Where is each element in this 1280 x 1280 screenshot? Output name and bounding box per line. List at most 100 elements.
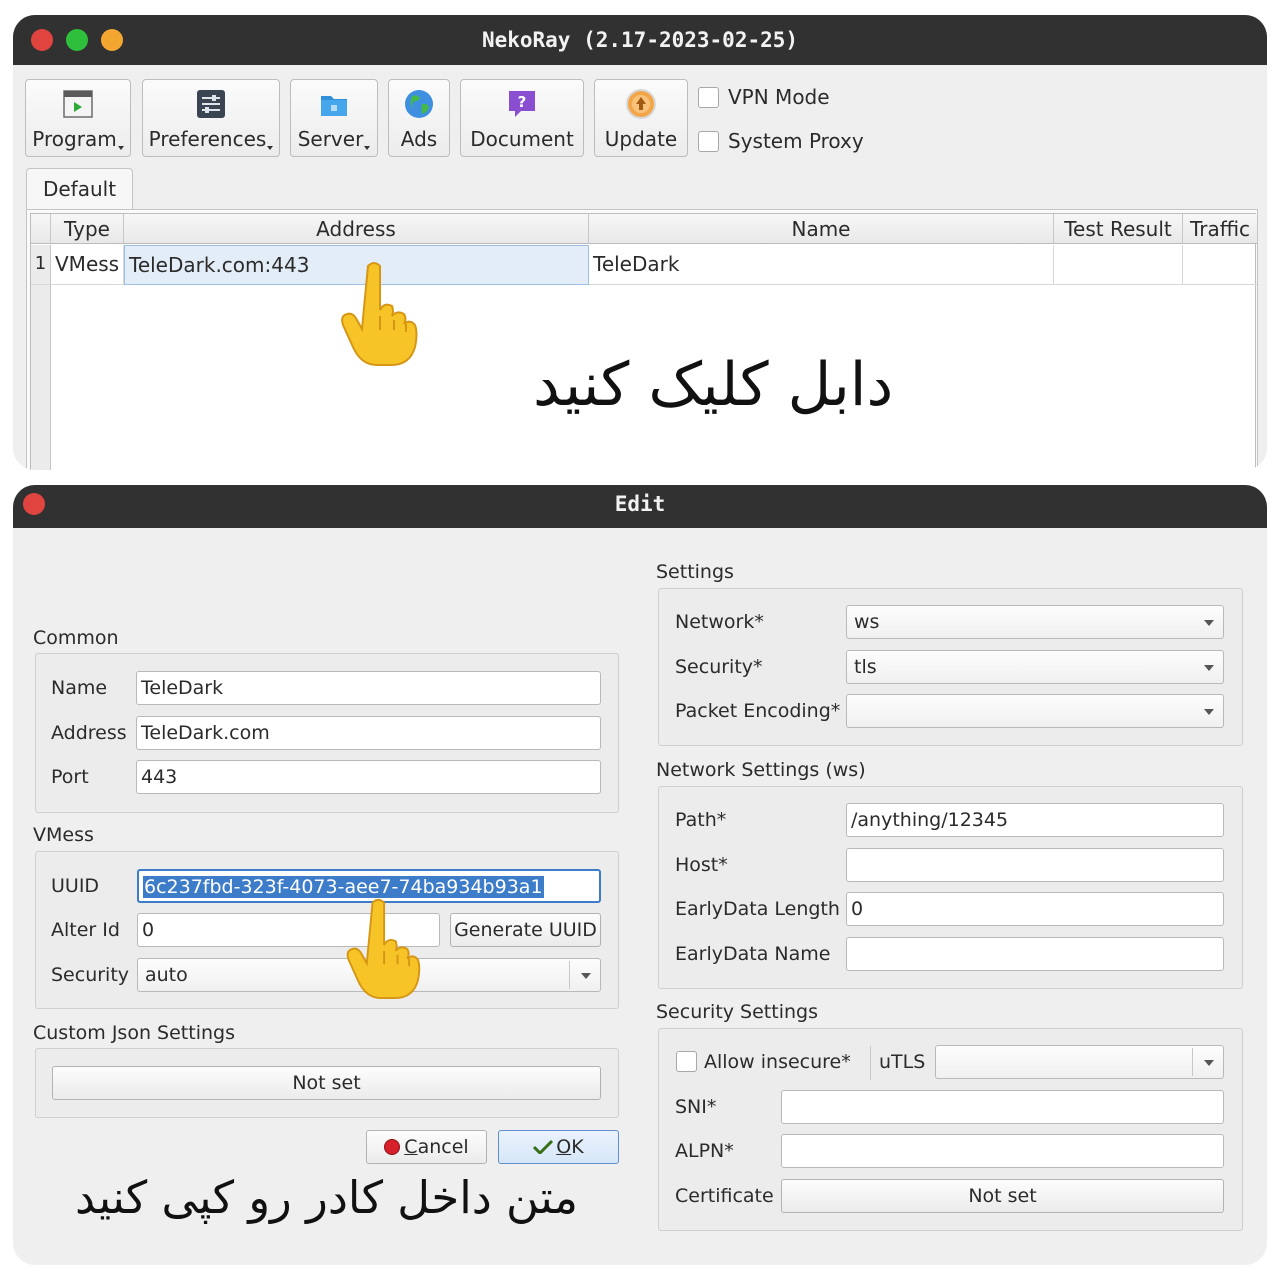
- packet-encoding-select[interactable]: [846, 694, 1224, 728]
- custom-json-not-set-button[interactable]: Not set: [52, 1066, 601, 1100]
- alpn-label: ALPN*: [675, 1140, 734, 1162]
- server-label: Server: [291, 127, 377, 151]
- column-header-address[interactable]: Address: [124, 214, 589, 244]
- program-label: Program: [26, 127, 130, 151]
- ads-label: Ads: [400, 127, 438, 151]
- cell-name[interactable]: TeleDark: [589, 245, 1054, 285]
- utls-select[interactable]: [935, 1045, 1224, 1079]
- overlay-instruction-copy-text: متن داخل کادر رو کپی کنید: [75, 1171, 578, 1224]
- certificate-label: Certificate: [675, 1185, 774, 1207]
- ads-globe-icon: [405, 90, 433, 118]
- vmess-security-value: auto: [145, 964, 188, 986]
- network-select[interactable]: ws: [846, 605, 1224, 639]
- menu-indicator-icon: [117, 146, 124, 150]
- column-header-test-result[interactable]: Test Result: [1054, 214, 1183, 244]
- main-window-title: NekoRay (2.17-2023-02-25): [481, 28, 799, 52]
- path-field[interactable]: /anything/12345: [846, 803, 1224, 837]
- name-label: Name: [51, 677, 108, 699]
- cancel-button[interactable]: Cancel: [366, 1130, 487, 1164]
- ads-button[interactable]: Ads: [388, 79, 450, 157]
- column-header-traffic[interactable]: Traffic: [1183, 214, 1257, 244]
- combo-separator: [1192, 1048, 1193, 1076]
- edit-close-button[interactable]: [23, 493, 45, 515]
- cell-test-result[interactable]: [1054, 245, 1183, 285]
- vmess-group-label: VMess: [33, 824, 94, 846]
- combo-separator: [569, 961, 570, 989]
- port-label: Port: [51, 766, 89, 788]
- allow-insecure-checkbox[interactable]: [676, 1051, 697, 1072]
- vpn-mode-checkbox[interactable]: [698, 87, 719, 108]
- server-button[interactable]: Server: [290, 79, 378, 157]
- server-icon: [321, 96, 347, 116]
- address-field[interactable]: TeleDark.com: [136, 716, 601, 750]
- common-group-label: Common: [33, 627, 119, 649]
- earlydata-length-field[interactable]: 0: [846, 892, 1224, 926]
- document-help-icon: ?: [509, 91, 535, 117]
- name-field[interactable]: TeleDark: [136, 671, 601, 705]
- sni-label: SNI*: [675, 1096, 717, 1118]
- alpn-field[interactable]: [781, 1134, 1224, 1168]
- chevron-down-icon: [581, 973, 591, 979]
- chevron-down-icon: [1204, 665, 1214, 671]
- column-name-label: Name: [791, 217, 851, 241]
- row-header-column: [31, 285, 51, 470]
- cell-type[interactable]: VMess: [51, 245, 124, 285]
- column-type-label: Type: [64, 217, 110, 241]
- column-header-name[interactable]: Name: [589, 214, 1054, 244]
- cell-traffic[interactable]: [1183, 245, 1257, 285]
- security-settings-group-label: Security Settings: [656, 1001, 818, 1023]
- table-corner: [31, 214, 51, 244]
- certificate-not-set-button[interactable]: Not set: [781, 1179, 1224, 1213]
- menu-indicator-icon: [267, 146, 274, 150]
- host-field[interactable]: [846, 848, 1224, 882]
- chevron-down-icon: [1204, 620, 1214, 626]
- update-button[interactable]: Update: [594, 79, 688, 157]
- utls-divider: [870, 1046, 871, 1080]
- earlydata-name-field[interactable]: [846, 937, 1224, 971]
- vmess-security-label: Security: [51, 964, 130, 986]
- settings-security-select[interactable]: tls: [846, 650, 1224, 684]
- chevron-down-icon: [1204, 709, 1214, 715]
- network-label: Network*: [675, 611, 764, 633]
- settings-security-value: tls: [854, 656, 877, 678]
- program-button[interactable]: Program: [25, 79, 131, 157]
- allow-insecure-label: Allow insecure*: [704, 1051, 851, 1073]
- earlydata-name-label: EarlyData Name: [675, 943, 831, 965]
- system-proxy-checkbox[interactable]: [698, 131, 719, 152]
- column-traffic-label: Traffic: [1189, 217, 1251, 241]
- pointing-hand-icon: [341, 262, 418, 366]
- ok-button[interactable]: OK: [498, 1130, 619, 1164]
- network-settings-group-label: Network Settings (ws): [656, 759, 866, 781]
- edit-titlebar: Edit: [13, 485, 1267, 528]
- close-button[interactable]: [31, 29, 53, 51]
- column-header-type[interactable]: Type: [51, 214, 124, 244]
- maximize-button[interactable]: [101, 29, 123, 51]
- uuid-label: UUID: [51, 875, 100, 897]
- svg-text:?: ?: [518, 93, 527, 111]
- cancel-icon: [384, 1139, 401, 1155]
- chevron-down-icon: [1204, 1060, 1214, 1066]
- sni-field[interactable]: [781, 1090, 1224, 1124]
- update-icon: [626, 89, 656, 119]
- overlay-instruction-double-click: دابل کلیک کنید: [533, 350, 894, 420]
- cancel-label-first: C: [404, 1136, 418, 1158]
- vpn-mode-label: VPN Mode: [728, 85, 830, 109]
- document-label: Document: [470, 127, 574, 151]
- settings-security-label: Security*: [675, 656, 763, 678]
- document-button[interactable]: ? Document: [460, 79, 584, 157]
- tab-default[interactable]: Default: [26, 168, 133, 210]
- generate-uuid-button[interactable]: Generate UUID: [450, 913, 601, 947]
- preferences-button[interactable]: Preferences: [142, 79, 280, 157]
- system-proxy-label: System Proxy: [728, 129, 864, 153]
- address-label: Address: [51, 722, 127, 744]
- preferences-label: Preferences: [143, 127, 279, 151]
- edit-dialog-title: Edit: [614, 492, 666, 516]
- column-address-label: Address: [316, 217, 396, 241]
- minimize-button[interactable]: [66, 29, 88, 51]
- port-field[interactable]: 443: [136, 760, 601, 794]
- alter-id-label: Alter Id: [51, 919, 120, 941]
- profile-table[interactable]: Type Address Name Test Result Traffic 1 …: [30, 213, 1257, 470]
- preferences-icon: [197, 90, 225, 118]
- update-label: Update: [604, 127, 678, 151]
- row-number[interactable]: 1: [31, 245, 51, 285]
